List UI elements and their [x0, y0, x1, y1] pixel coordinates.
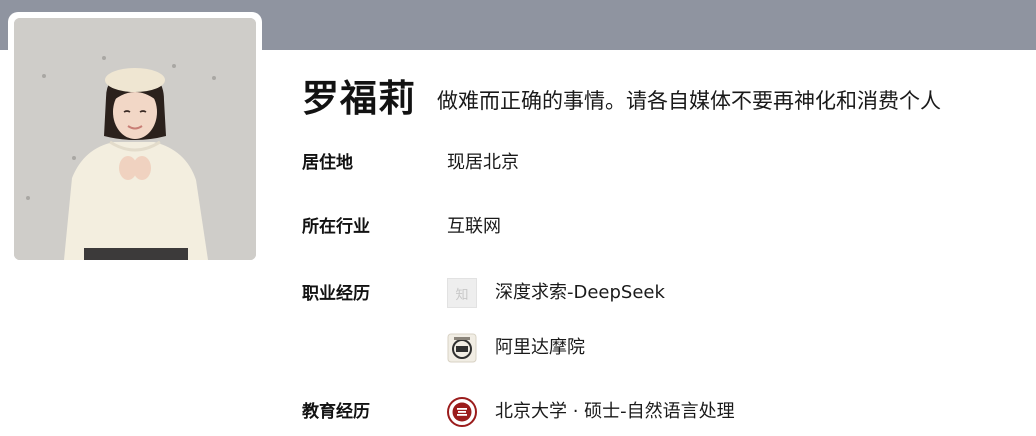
damo-academy-logo-icon: [447, 333, 477, 363]
residence-label: 居住地: [302, 153, 353, 173]
profile-headline: 做难而正确的事情。请各自媒体不要再神化和消费个人: [437, 89, 941, 113]
career-item-damo[interactable]: 阿里达摩院: [447, 332, 585, 364]
career-item-deepseek[interactable]: 知 深度求索-DeepSeek: [447, 277, 665, 309]
career-item-name: 阿里达摩院: [495, 337, 585, 358]
education-item-name: 北京大学 · 硕士-自然语言处理: [495, 401, 735, 422]
education-item-pku[interactable]: 北京大学 · 硕士-自然语言处理: [447, 396, 735, 428]
avatar[interactable]: [14, 18, 256, 260]
industry-value[interactable]: 互联网: [447, 214, 501, 240]
zhihu-placeholder-icon: 知: [447, 278, 477, 308]
career-item-name: 深度求索-DeepSeek: [495, 282, 665, 303]
profile-name: 罗福莉: [302, 77, 416, 120]
industry-label: 所在行业: [302, 217, 370, 237]
avatar-frame: [8, 12, 262, 266]
career-label: 职业经历: [302, 284, 370, 304]
education-label: 教育经历: [302, 402, 370, 422]
residence-value: 现居北京: [447, 152, 519, 173]
pku-emblem-icon: [447, 397, 477, 427]
